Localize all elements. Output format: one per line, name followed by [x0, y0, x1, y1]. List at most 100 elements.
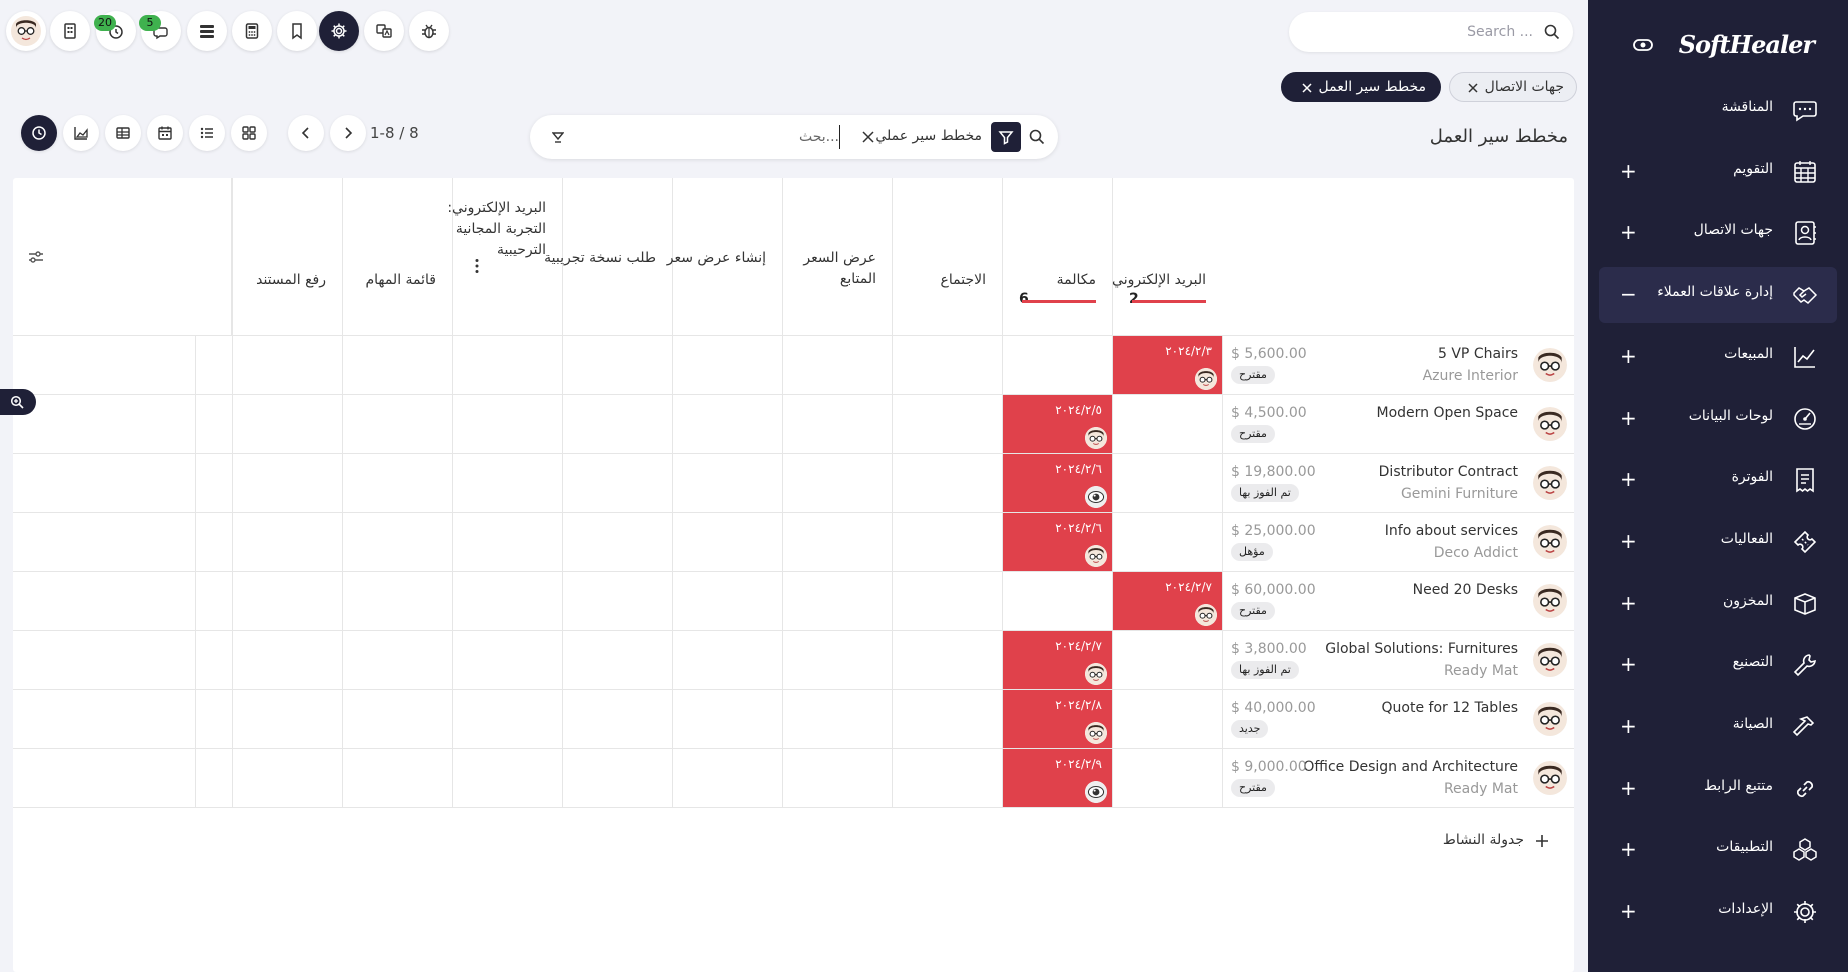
- activity-cell[interactable]: [782, 631, 892, 690]
- activity-cell[interactable]: [232, 513, 342, 572]
- sidebar-item-11[interactable]: متتبع الرابط +: [1599, 761, 1837, 817]
- activity-cell[interactable]: [1112, 395, 1222, 454]
- activity-cell[interactable]: [672, 690, 782, 749]
- activity-cell[interactable]: [562, 336, 672, 395]
- table-row[interactable]: Quote for 12 Tables $ 40,000.00 جديد ٢٠٢٤/٢…: [13, 689, 1574, 749]
- activity-cell[interactable]: [452, 572, 562, 631]
- expand-icon[interactable]: +: [1620, 590, 1637, 616]
- activity-cell[interactable]: [232, 336, 342, 395]
- activity-button[interactable]: 20: [94, 11, 136, 51]
- activity-cell[interactable]: [672, 395, 782, 454]
- activity-cell[interactable]: [452, 631, 562, 690]
- activity-cell[interactable]: [342, 690, 452, 749]
- activity-cell[interactable]: [782, 336, 892, 395]
- column-header-6[interactable]: البريد الإلكتروني: التجربة المجانية التر…: [447, 178, 562, 335]
- bookmark-button[interactable]: [277, 11, 317, 51]
- column-header-8[interactable]: رفع المستند: [232, 178, 342, 335]
- activity-cell[interactable]: [672, 336, 782, 395]
- activity-cell[interactable]: [1002, 572, 1112, 631]
- activity-cell-overdue[interactable]: ٢٠٢٤/٢/٥: [1002, 395, 1112, 454]
- activity-cell-overdue[interactable]: ٢٠٢٤/٢/٨: [1002, 690, 1112, 749]
- pager-value[interactable]: 1-8 / 8: [370, 124, 419, 142]
- activity-cell[interactable]: [892, 690, 1002, 749]
- list-settings-button[interactable]: [187, 11, 227, 51]
- activity-cell[interactable]: [892, 631, 1002, 690]
- activity-cell[interactable]: [1112, 631, 1222, 690]
- table-row[interactable]: Distributor Contract Gemini Furniture $ 19…: [13, 453, 1574, 513]
- search-bar[interactable]: مخطط سير عملي: [530, 115, 1058, 159]
- activity-cell[interactable]: [232, 454, 342, 513]
- previous-page-button[interactable]: [288, 115, 324, 151]
- activity-cell[interactable]: [892, 336, 1002, 395]
- activity-cell[interactable]: [1112, 690, 1222, 749]
- activity-cell-overdue[interactable]: ٢٠٢٤/٢/٧: [1112, 572, 1222, 631]
- search-options-toggle-icon[interactable]: [552, 131, 564, 143]
- sidebar-item-3[interactable]: إدارة علاقات العملاء −: [1599, 267, 1837, 324]
- activity-cell[interactable]: [562, 395, 672, 454]
- table-row[interactable]: Office Design and Architecture Ready Mat $…: [13, 748, 1574, 808]
- column-header-5[interactable]: طلب نسخة تجريبية: [544, 178, 672, 335]
- table-row[interactable]: Modern Open Space $ 4,500.00 مقترح ٢٠٢٤/٢/٥: [13, 394, 1574, 454]
- record-cell[interactable]: 5 VP Chairs Azure Interior $ 5,600.00 مقترح: [1222, 336, 1574, 395]
- activity-cell[interactable]: [342, 749, 452, 808]
- activity-cell-overdue[interactable]: ٢٠٢٤/٢/٦: [1002, 513, 1112, 572]
- activity-cell-overdue[interactable]: ٢٠٢٤/٢/٧: [1002, 631, 1112, 690]
- record-cell[interactable]: Info about services Deco Addict $ 25,000.0…: [1222, 513, 1574, 572]
- expand-icon[interactable]: +: [1620, 158, 1637, 184]
- activity-cell[interactable]: [672, 749, 782, 808]
- activity-cell[interactable]: [452, 690, 562, 749]
- column-header-2[interactable]: الاجتماع: [892, 178, 1002, 335]
- expand-icon[interactable]: +: [1620, 775, 1637, 801]
- record-cell[interactable]: Global Solutions: Furnitures Ready Mat $ 3…: [1222, 631, 1574, 690]
- schedule-activity-button[interactable]: جدولة النشاط: [1443, 832, 1550, 848]
- activity-cell[interactable]: [782, 749, 892, 808]
- activity-cell[interactable]: [672, 572, 782, 631]
- expand-icon[interactable]: +: [1620, 836, 1637, 862]
- debug-button[interactable]: [409, 11, 449, 51]
- activity-cell[interactable]: [452, 513, 562, 572]
- activity-cell[interactable]: [892, 749, 1002, 808]
- activity-cell[interactable]: [562, 572, 672, 631]
- expand-icon[interactable]: +: [1620, 898, 1637, 924]
- activity-cell[interactable]: [342, 454, 452, 513]
- column-settings-icon[interactable]: [27, 248, 45, 266]
- activity-cell[interactable]: [342, 572, 452, 631]
- column-header-7[interactable]: قائمة المهام: [342, 178, 452, 335]
- sidebar-item-2[interactable]: جهات الاتصال +: [1599, 205, 1837, 261]
- expand-icon[interactable]: +: [1620, 343, 1637, 369]
- activity-cell[interactable]: [452, 395, 562, 454]
- sidebar-item-9[interactable]: التصنيع +: [1599, 637, 1837, 693]
- close-icon[interactable]: [1466, 81, 1480, 95]
- activity-cell[interactable]: [342, 336, 452, 395]
- expand-icon[interactable]: +: [1620, 651, 1637, 677]
- activity-cell[interactable]: [232, 690, 342, 749]
- building-button[interactable]: [50, 11, 90, 51]
- activity-cell[interactable]: [562, 631, 672, 690]
- column-header-3[interactable]: عرض السعر المتابع: [782, 178, 892, 335]
- activity-cell[interactable]: [452, 454, 562, 513]
- activity-cell[interactable]: [1112, 454, 1222, 513]
- user-avatar-button[interactable]: [6, 11, 46, 51]
- activity-cell[interactable]: [892, 513, 1002, 572]
- activity-cell[interactable]: [562, 749, 672, 808]
- expand-icon[interactable]: +: [1620, 405, 1637, 431]
- activity-cell[interactable]: [232, 749, 342, 808]
- expand-icon[interactable]: +: [1620, 528, 1637, 554]
- view-graph-button[interactable]: [63, 115, 99, 151]
- next-page-button[interactable]: [330, 115, 366, 151]
- activity-cell[interactable]: [782, 454, 892, 513]
- view-calendar-button[interactable]: [147, 115, 183, 151]
- activity-cell[interactable]: [232, 395, 342, 454]
- translate-button[interactable]: [364, 11, 404, 51]
- activity-cell[interactable]: [672, 631, 782, 690]
- view-pivot-button[interactable]: [105, 115, 141, 151]
- column-header-0[interactable]: البريد الإلكتروني 2: [1112, 178, 1222, 335]
- activity-cell[interactable]: [892, 572, 1002, 631]
- tab-pipeline[interactable]: مخطط سير العمل: [1281, 72, 1441, 102]
- activity-cell[interactable]: [1002, 336, 1112, 395]
- table-row[interactable]: Global Solutions: Furnitures Ready Mat $ 3…: [13, 630, 1574, 690]
- activity-cell[interactable]: [782, 572, 892, 631]
- search-icon[interactable]: [1028, 128, 1046, 146]
- collapse-icon[interactable]: −: [1620, 281, 1637, 307]
- activity-cell[interactable]: [892, 395, 1002, 454]
